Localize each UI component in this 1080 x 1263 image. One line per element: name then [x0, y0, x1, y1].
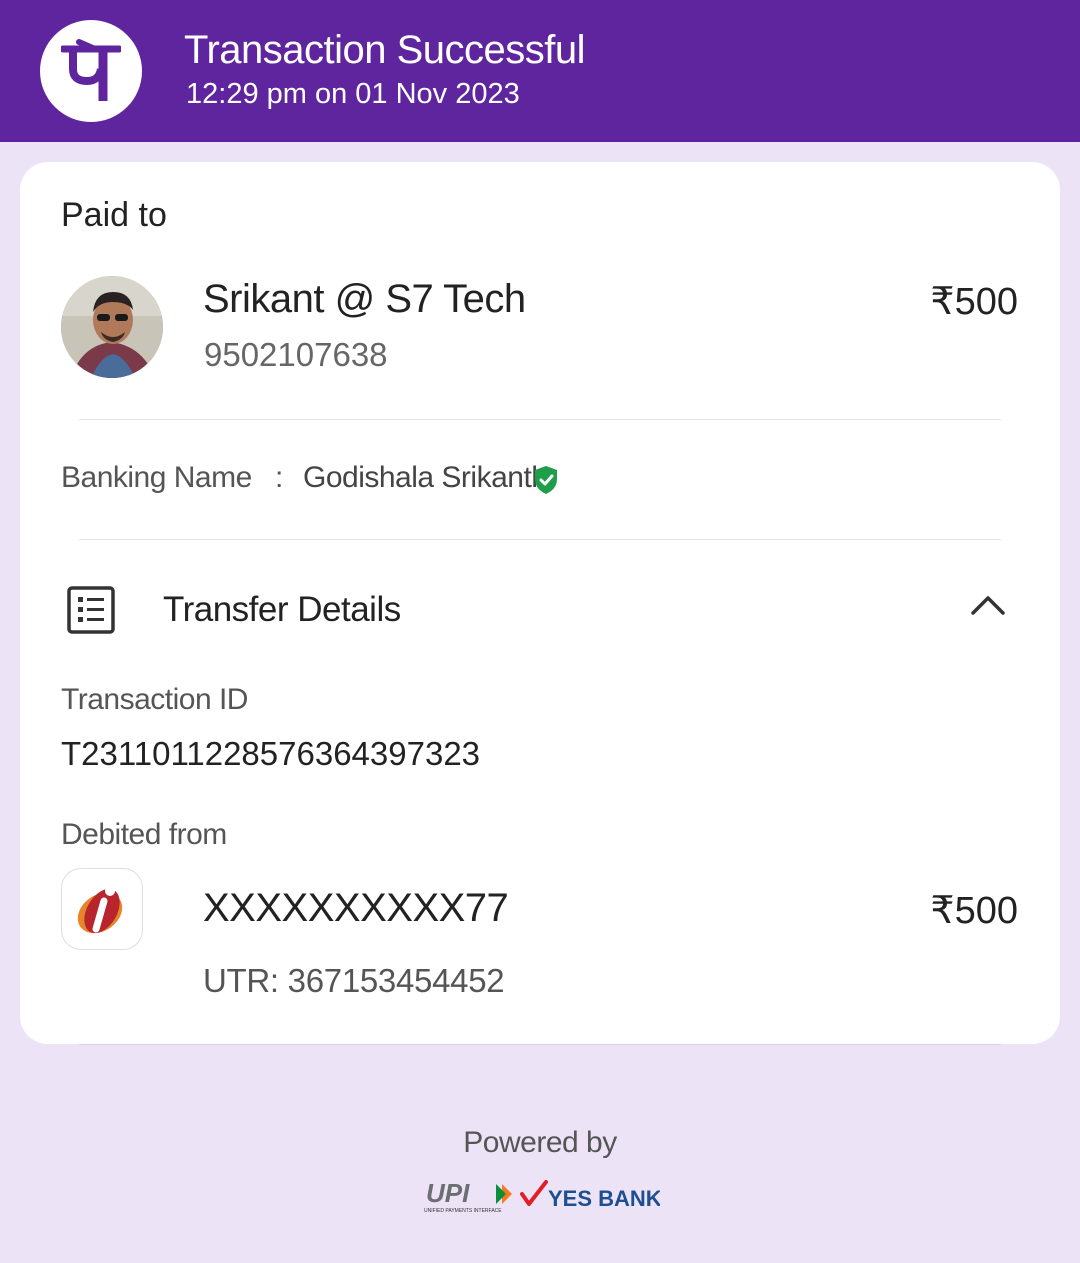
upi-logo-icon: UPI UNIFIED PAYMENTS INTERFACE: [424, 1178, 512, 1214]
list-document-icon: [67, 586, 115, 634]
payee-avatar[interactable]: [61, 276, 163, 378]
debited-amount: ₹500: [930, 890, 1018, 932]
utr-number[interactable]: UTR: 367153454452: [203, 962, 505, 1000]
banking-name-label: Banking Name: [61, 461, 252, 494]
header-bar: Transaction Successful 12:29 pm on 01 No…: [0, 0, 1080, 142]
debited-from-label: Debited from: [61, 818, 227, 851]
upi-subtext: UNIFIED PAYMENTS INTERFACE: [424, 1208, 502, 1214]
phonepe-logo-icon: [40, 20, 142, 122]
paid-to-label: Paid to: [61, 196, 167, 234]
payee-name: Srikant @ S7 Tech: [203, 277, 526, 321]
divider: [79, 539, 1001, 540]
transaction-id-value[interactable]: T2311011228576364397323: [61, 735, 480, 773]
payee-photo: [61, 276, 163, 378]
chevron-up-icon[interactable]: [970, 594, 1006, 616]
icici-bank-logo: [61, 868, 143, 950]
debited-account-number: XXXXXXXXXX77: [203, 886, 509, 930]
icici-logo-icon: [77, 886, 123, 934]
divider: [79, 1044, 1001, 1045]
banking-name-value: Godishala Srikanth: [303, 461, 548, 494]
header-title: Transaction Successful: [184, 28, 586, 72]
divider: [79, 419, 1001, 420]
powered-by-label: Powered by: [463, 1126, 617, 1159]
phonepe-glyph: [61, 39, 121, 101]
payee-phone: 9502107638: [204, 336, 388, 373]
transfer-details-title[interactable]: Transfer Details: [163, 590, 401, 630]
transaction-id-label: Transaction ID: [61, 683, 248, 716]
banking-name-separator: :: [275, 461, 284, 494]
transaction-card: Paid to Srikant @ S7 Tech 9502107638 ₹50…: [20, 162, 1060, 1044]
shield-check-icon: [535, 466, 557, 494]
upi-logo-text: UPI: [426, 1178, 470, 1208]
yes-bank-text: YES BANK: [548, 1186, 660, 1210]
transaction-datetime: 12:29 pm on 01 Nov 2023: [186, 78, 520, 110]
paid-amount: ₹500: [930, 281, 1018, 323]
yes-bank-logo: YES BANK: [520, 1180, 660, 1210]
